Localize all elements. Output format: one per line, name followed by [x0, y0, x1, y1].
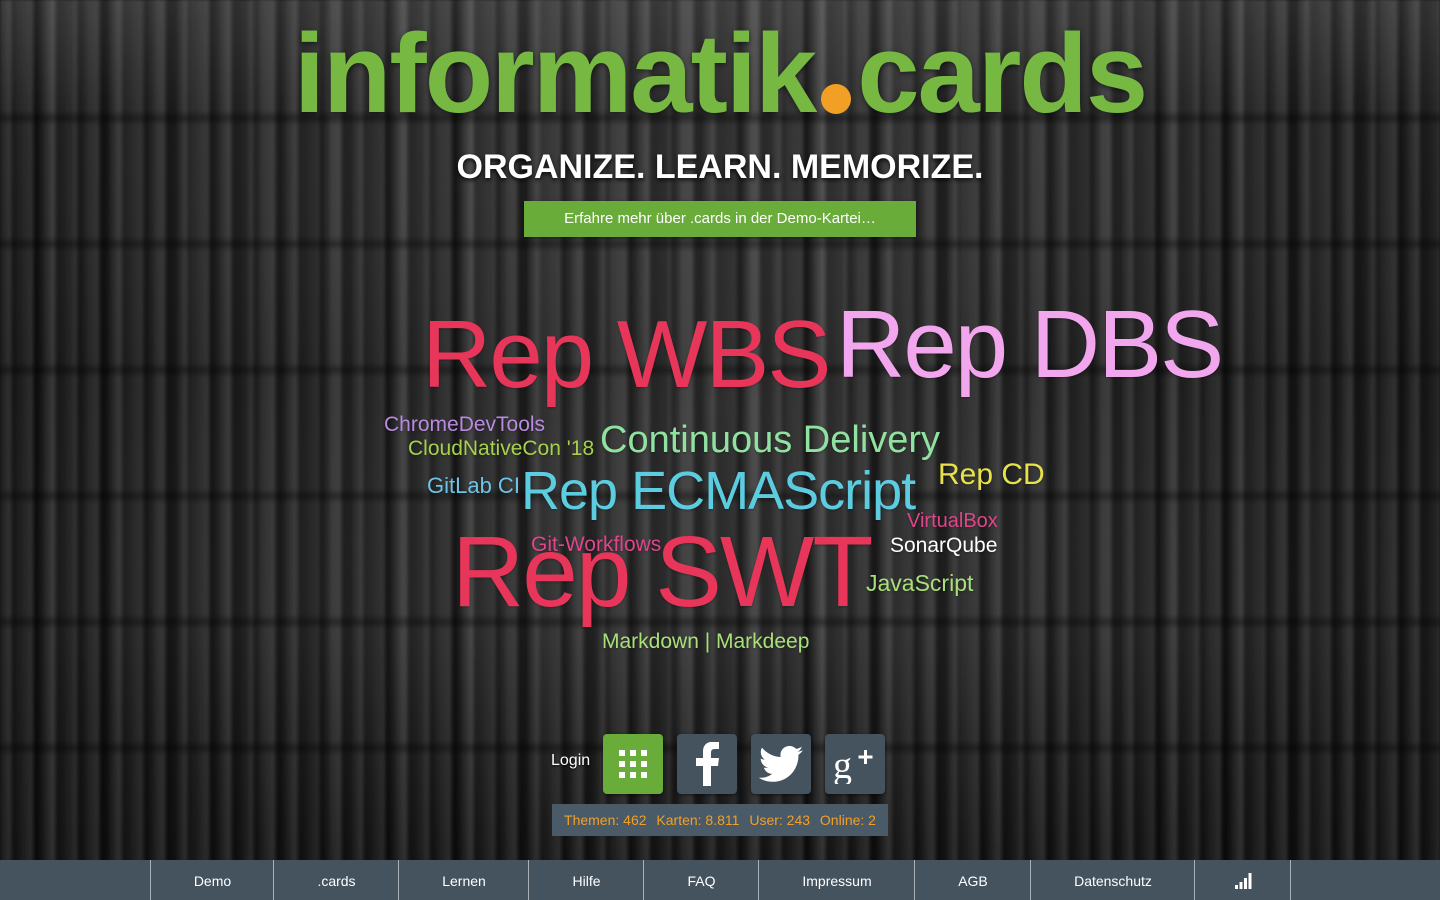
- signal-bars-icon[interactable]: [1194, 860, 1291, 900]
- google-plus-icon[interactable]: g: [825, 734, 885, 794]
- tag-virtualbox[interactable]: VirtualBox: [907, 510, 998, 533]
- tag-rep-cd[interactable]: Rep CD: [938, 458, 1045, 492]
- site-statistics: Themen: 462 Karten: 8.811 User: 243 Onli…: [552, 804, 888, 836]
- site-logo[interactable]: informatik cards: [0, 14, 1440, 134]
- tag-rep-ecmascript[interactable]: Rep ECMAScript: [521, 460, 916, 522]
- tag-cloudnativecon[interactable]: CloudNativeCon '18: [408, 437, 594, 461]
- stat-topics: Themen: 462: [564, 812, 647, 828]
- facebook-icon[interactable]: [677, 734, 737, 794]
- tag-continuous-delivery[interactable]: Continuous Delivery: [600, 419, 940, 462]
- slogan: ORGANIZE. LEARN. MEMORIZE.: [456, 148, 984, 186]
- tag-gitlab-ci[interactable]: GitLab CI: [427, 473, 520, 499]
- logo-text-cards: cards: [857, 11, 1148, 136]
- footer-item-faq[interactable]: FAQ: [643, 860, 759, 900]
- footer-item-agb[interactable]: AGB: [914, 860, 1031, 900]
- footer-item-demo[interactable]: Demo: [150, 860, 274, 900]
- tag-rep-wbs[interactable]: Rep WBS: [422, 300, 831, 410]
- stat-cards: Karten: 8.811: [656, 812, 740, 828]
- tag-chromedevtools[interactable]: ChromeDevTools: [384, 413, 545, 437]
- footer-item-lernen[interactable]: Lernen: [398, 860, 529, 900]
- tag-sonarqube[interactable]: SonarQube: [890, 534, 997, 558]
- twitter-icon[interactable]: [751, 734, 811, 794]
- footer-item-hilfe[interactable]: Hilfe: [528, 860, 644, 900]
- login-label[interactable]: Login: [551, 752, 590, 770]
- demo-deck-button[interactable]: Erfahre mehr über .cards in der Demo-Kar…: [524, 201, 916, 237]
- tag-javascript[interactable]: JavaScript: [866, 570, 973, 597]
- footer-item-impressum[interactable]: Impressum: [758, 860, 915, 900]
- footer-nav: Demo .cards Lernen Hilfe FAQ Impressum A…: [0, 860, 1440, 900]
- grid-login-icon[interactable]: [603, 734, 663, 794]
- tag-rep-dbs[interactable]: Rep DBS: [836, 290, 1224, 400]
- stat-users: User: 243: [749, 812, 811, 828]
- tag-rep-swt[interactable]: Rep SWT: [452, 515, 873, 630]
- svg-text:g: g: [833, 745, 852, 784]
- footer-item-datenschutz[interactable]: Datenschutz: [1030, 860, 1195, 900]
- logo-dot: [821, 84, 852, 114]
- logo-text-informatik: informatik: [293, 11, 817, 136]
- stat-online: Online: 2: [819, 812, 876, 828]
- tag-markdown-markdeep[interactable]: Markdown | Markdeep: [602, 630, 809, 654]
- footer-item-cards[interactable]: .cards: [273, 860, 399, 900]
